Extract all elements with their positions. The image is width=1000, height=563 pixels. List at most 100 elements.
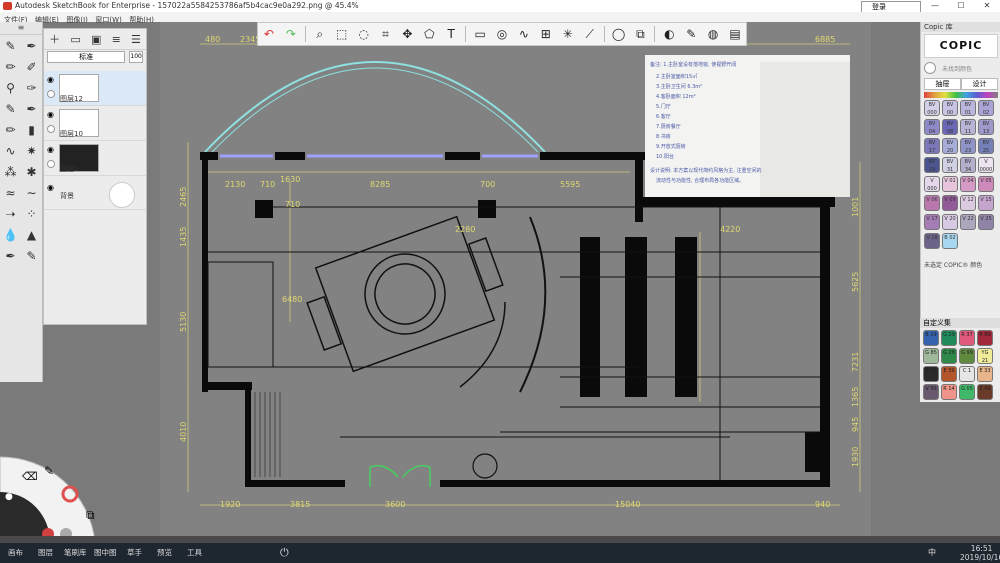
chisel-icon[interactable]: ✎: [0, 98, 21, 119]
menu-help[interactable]: 帮助(H): [129, 16, 154, 24]
clock[interactable]: 16:51 2019/10/16: [960, 544, 1000, 562]
custom-swatch[interactable]: E 49: [977, 384, 993, 400]
redo-icon[interactable]: ↷: [280, 24, 302, 44]
background-color-swatch[interactable]: [109, 182, 135, 208]
copic-swatch[interactable]: V 06: [924, 195, 940, 211]
custom-swatch[interactable]: G 99: [959, 348, 975, 364]
copic-swatch[interactable]: BV 000: [924, 100, 940, 116]
french-curve-icon[interactable]: ∿: [513, 24, 535, 44]
layer-row[interactable]: ◉ 图层10: [44, 106, 146, 141]
custom-swatch[interactable]: G 85: [923, 348, 939, 364]
opacity-field[interactable]: 100: [129, 51, 143, 63]
wave-icon[interactable]: ∼: [21, 182, 42, 203]
fill-icon[interactable]: ◐: [658, 24, 680, 44]
taskbar-item-pip[interactable]: 图中图: [94, 543, 117, 563]
select-icon[interactable]: ⬚: [331, 24, 353, 44]
ime-language[interactable]: 中: [928, 543, 936, 563]
visibility-eye-icon[interactable]: ◉: [47, 75, 54, 84]
visibility-eye-icon[interactable]: ◉: [47, 183, 54, 192]
copic-swatch[interactable]: V 12: [960, 195, 976, 211]
copic-swatch[interactable]: V 28: [924, 233, 940, 249]
spray-icon[interactable]: ⁘: [21, 203, 42, 224]
copic-swatch[interactable]: BV 34: [960, 157, 976, 173]
fill-icon[interactable]: ▲: [21, 224, 42, 245]
crayon-icon[interactable]: ✑: [21, 77, 42, 98]
copic-swatch[interactable]: V 22: [960, 214, 976, 230]
taskbar-item-preview[interactable]: 预览: [157, 543, 172, 563]
custom-swatch[interactable]: V 99: [923, 384, 939, 400]
custom-swatch[interactable]: E 39: [941, 366, 957, 382]
tab-drawer[interactable]: 抽屉: [924, 78, 961, 90]
texture-icon[interactable]: ⁂: [0, 161, 21, 182]
ink-icon[interactable]: ✐: [21, 56, 42, 77]
layer-row[interactable]: ◉ 图层12: [44, 71, 146, 106]
nib-icon[interactable]: ✒: [0, 245, 21, 266]
copic-swatch[interactable]: BV 01: [960, 100, 976, 116]
taskbar-item-layers[interactable]: 图层: [38, 543, 53, 563]
smudge-icon[interactable]: ∿: [0, 140, 21, 161]
water-icon[interactable]: 💧: [0, 224, 21, 245]
eraser-icon[interactable]: ⌫: [22, 470, 38, 483]
menu-image[interactable]: 图像(I): [66, 16, 88, 24]
copic-swatch[interactable]: BV 04: [924, 119, 940, 135]
marker-icon[interactable]: ✏: [0, 56, 21, 77]
stamp-icon[interactable]: ✎: [21, 245, 42, 266]
ellipse-icon[interactable]: ◎: [491, 24, 513, 44]
copic-swatch[interactable]: V 09: [942, 195, 958, 211]
transform-icon[interactable]: ✥: [396, 24, 418, 44]
panel-icon[interactable]: ▤: [724, 24, 746, 44]
perspective-icon[interactable]: ⊞: [535, 24, 557, 44]
airbrush-icon[interactable]: ⚲: [0, 77, 21, 98]
zoom-icon[interactable]: ⌕: [309, 24, 331, 44]
copic-swatch[interactable]: V 05: [978, 176, 994, 192]
custom-swatch[interactable]: YG 21: [977, 348, 993, 364]
brush-palette-icon[interactable]: ✎: [680, 24, 702, 44]
symmetry-icon[interactable]: ✳: [557, 24, 579, 44]
copic-swatch[interactable]: BV 11: [960, 119, 976, 135]
copic-swatch[interactable]: V 15: [978, 195, 994, 211]
floor-plan-drawing[interactable]: 480 2345 6885 2130 710 1630 8285 700 559…: [160, 22, 871, 536]
line-icon[interactable]: ⟋: [579, 24, 601, 44]
splatter-icon[interactable]: ✱: [21, 161, 42, 182]
copic-swatch[interactable]: BV 25: [978, 138, 994, 154]
power-icon[interactable]: ⏻: [280, 543, 289, 563]
custom-swatch[interactable]: B 29: [923, 330, 939, 346]
copic-swatch[interactable]: BV 17: [924, 138, 940, 154]
custom-swatch[interactable]: G 29: [941, 330, 957, 346]
blur-icon[interactable]: ✷: [21, 140, 42, 161]
copic-swatch[interactable]: BV 00: [942, 100, 958, 116]
blend-mode-select[interactable]: 标准: [47, 51, 126, 63]
taskbar-item-brushes[interactable]: 笔刷库: [64, 543, 87, 563]
copy-icon[interactable]: ⧉: [630, 24, 652, 44]
taskbar-item-tools[interactable]: 工具: [187, 543, 202, 563]
brush-icon[interactable]: ✏: [0, 119, 21, 140]
pen-icon[interactable]: ✒: [21, 35, 42, 56]
copic-swatch[interactable]: BV 20: [942, 138, 958, 154]
custom-swatch[interactable]: R 14: [941, 384, 957, 400]
custom-swatch[interactable]: G 05: [959, 384, 975, 400]
copic-swatch[interactable]: V 000: [924, 176, 940, 192]
menu-window[interactable]: 窗口(W): [95, 16, 121, 24]
undo-icon[interactable]: ↶: [258, 24, 280, 44]
color-family-strip[interactable]: [924, 92, 998, 98]
arrow-icon[interactable]: ➝: [0, 203, 21, 224]
tab-design[interactable]: 设计: [961, 78, 998, 90]
copic-swatch[interactable]: V 01: [942, 176, 958, 192]
custom-swatch[interactable]: E 33: [977, 366, 993, 382]
layer-row-background[interactable]: ◉ 背景: [44, 179, 146, 210]
copic-swatch[interactable]: BV 23: [960, 138, 976, 154]
minimize-button[interactable]: —: [922, 0, 948, 12]
copic-swatch[interactable]: BV 13: [978, 119, 994, 135]
layer-select-radio[interactable]: [47, 125, 55, 133]
taskbar-item-canvas[interactable]: 画布: [8, 543, 23, 563]
ruler-icon[interactable]: ▭: [469, 24, 491, 44]
merge-icon[interactable]: ≡: [112, 33, 121, 46]
text-icon[interactable]: T: [440, 24, 462, 44]
brush-icon[interactable]: ✎: [44, 464, 54, 478]
lasso-icon[interactable]: ◌: [353, 24, 375, 44]
distort-icon[interactable]: ⬠: [418, 24, 440, 44]
layer-select-radio[interactable]: [47, 90, 55, 98]
pencil-icon[interactable]: ✎: [0, 35, 21, 56]
copic-swatch[interactable]: BV 31: [942, 157, 958, 173]
custom-swatch[interactable]: R 37: [959, 330, 975, 346]
